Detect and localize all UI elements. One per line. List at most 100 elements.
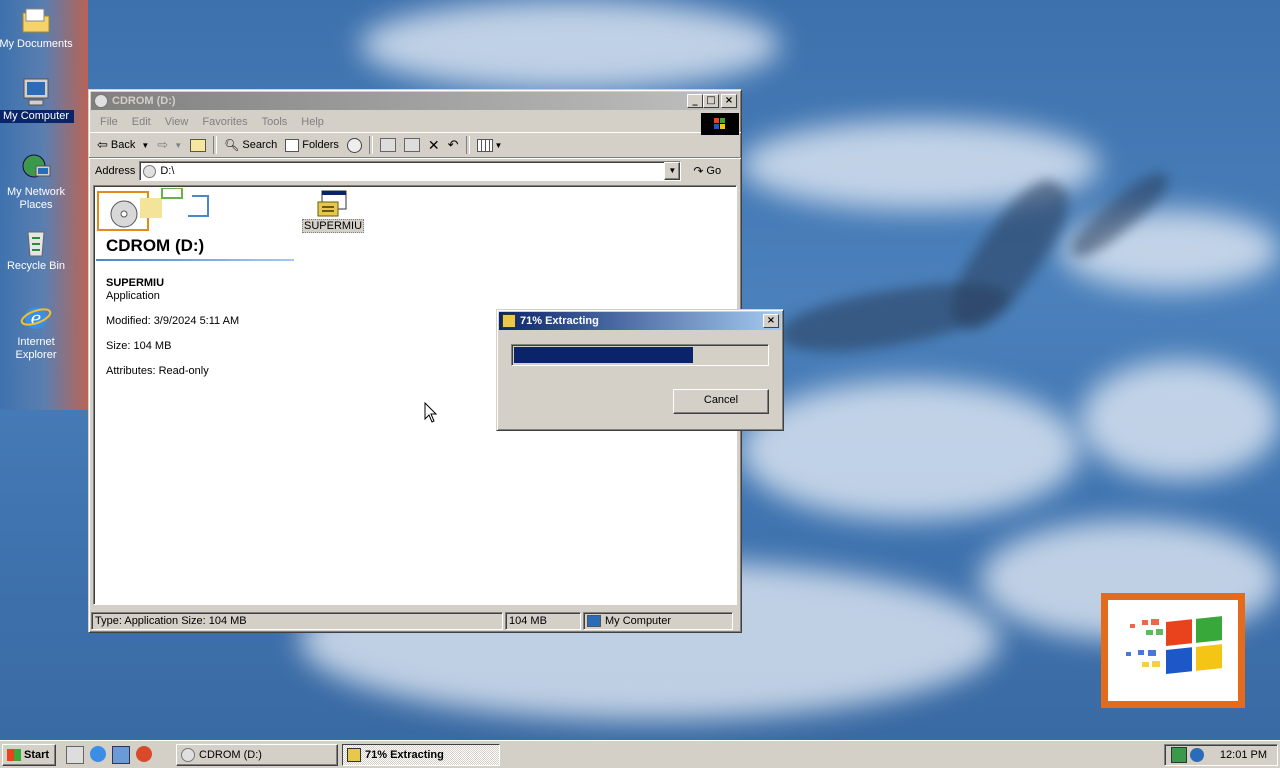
- recycle-bin-icon: [20, 226, 52, 258]
- window-title: CDROM (D:): [112, 95, 176, 107]
- menu-favorites[interactable]: Favorites: [195, 116, 254, 128]
- application-icon: [316, 188, 348, 220]
- status-zone: My Computer: [583, 612, 733, 630]
- taskbar: Start CDROM (D:) 71% Extracting 12:01 PM: [0, 740, 1280, 768]
- computer-icon: [20, 76, 52, 108]
- chevron-down-icon: ▼: [494, 140, 503, 150]
- selected-file-type: Application: [106, 290, 160, 302]
- clock[interactable]: 12:01 PM: [1220, 749, 1267, 761]
- copy-to-button[interactable]: [400, 135, 424, 155]
- windows-flag-icon: [7, 749, 21, 761]
- folder-banner-graphic: [96, 187, 216, 234]
- desktop-icon-my-documents[interactable]: My Documents: [0, 4, 74, 51]
- desktop-icon-internet-explorer[interactable]: e Internet Explorer: [0, 302, 74, 362]
- explorer-titlebar[interactable]: CDROM (D:) _ □ ×: [91, 92, 739, 110]
- search-button[interactable]: 🔍︎ Search: [220, 135, 281, 155]
- status-size: 104 MB: [505, 612, 581, 630]
- folder-icon: [20, 4, 52, 36]
- views-icon: [476, 138, 493, 152]
- up-folder-icon: [190, 138, 207, 152]
- cdrom-icon: [94, 94, 108, 108]
- history-icon: [346, 137, 362, 153]
- search-icon: 🔍︎: [224, 138, 240, 152]
- selected-file-name: SUPERMIU: [106, 277, 165, 289]
- selected-file-modified: Modified: 3/9/2024 5:11 AM: [106, 315, 240, 327]
- task-button-cdrom[interactable]: CDROM (D:): [176, 744, 338, 766]
- move-to-button[interactable]: [376, 135, 400, 155]
- dialog-titlebar[interactable]: 71% Extracting ×: [499, 312, 781, 330]
- desktop-icon-my-computer[interactable]: My Computer: [0, 76, 74, 123]
- up-folder-button[interactable]: [186, 135, 210, 155]
- folders-button[interactable]: Folders: [281, 135, 343, 155]
- menu-file[interactable]: File: [93, 116, 125, 128]
- dialog-title: 71% Extracting: [520, 315, 599, 327]
- installer-icon: [347, 748, 361, 762]
- close-button[interactable]: ×: [763, 314, 779, 328]
- selected-file-size: Size: 104 MB: [106, 340, 172, 352]
- menu-help[interactable]: Help: [294, 116, 331, 128]
- menu-edit[interactable]: Edit: [125, 116, 158, 128]
- close-button[interactable]: ×: [721, 94, 737, 108]
- address-dropdown-button[interactable]: ▼: [664, 162, 681, 180]
- menu-bar: File Edit View Favorites Tools Help: [89, 112, 741, 135]
- ie-icon: e: [20, 302, 52, 334]
- cdrom-icon: [181, 748, 195, 762]
- menu-tools[interactable]: Tools: [255, 116, 295, 128]
- windows-throbber-icon: [701, 113, 739, 135]
- desktop-icon-my-network-places[interactable]: My Network Places: [0, 152, 74, 212]
- back-arrow-icon: ⇦: [97, 137, 108, 152]
- ie-icon[interactable]: [90, 746, 106, 762]
- desktop-icon-recycle-bin[interactable]: Recycle Bin: [0, 226, 74, 273]
- computer-icon: [587, 615, 601, 627]
- update-tray-icon[interactable]: [1190, 748, 1204, 762]
- move-to-icon: [379, 138, 396, 152]
- windows-logo-badge: [1101, 593, 1245, 708]
- toolbar-separator: [368, 136, 373, 154]
- media-player-icon[interactable]: [136, 746, 152, 762]
- history-button[interactable]: [343, 135, 366, 155]
- extracting-dialog: 71% Extracting × Cancel: [496, 309, 784, 431]
- start-button[interactable]: Start: [2, 744, 56, 766]
- views-button[interactable]: ▼: [473, 135, 507, 155]
- forward-button[interactable]: ⇨ ▼: [153, 135, 186, 155]
- undo-button[interactable]: ↶: [444, 135, 463, 155]
- mouse-cursor: [424, 401, 438, 427]
- maximize-button[interactable]: □: [703, 94, 719, 108]
- back-button[interactable]: ⇦ Back ▼: [93, 135, 153, 155]
- status-bar: Type: Application Size: 104 MB 104 MB My…: [91, 612, 737, 630]
- toolbar-separator: [465, 136, 470, 154]
- windows-flag-icon: [1126, 616, 1222, 674]
- standard-toolbar: ⇦ Back ▼ ⇨ ▼ 🔍︎ Search Folders ✕ ↶ ▼: [89, 132, 741, 158]
- chevron-down-icon: ▼: [174, 140, 183, 150]
- menu-view[interactable]: View: [158, 116, 196, 128]
- copy-to-icon: [403, 138, 420, 152]
- forward-arrow-icon: ⇨: [157, 137, 169, 152]
- outlook-express-icon[interactable]: [112, 746, 130, 764]
- address-bar: Address D:\ ▼ ↷ Go: [89, 158, 741, 183]
- chevron-down-icon: ▼: [141, 140, 150, 150]
- quick-launch: [66, 746, 152, 764]
- panel-heading: CDROM (D:): [106, 236, 205, 255]
- delete-icon: ✕: [427, 136, 440, 153]
- address-input[interactable]: D:\ ▼: [139, 161, 682, 181]
- cancel-button[interactable]: Cancel: [673, 389, 769, 414]
- panel-divider: [96, 259, 294, 261]
- go-button[interactable]: ↷ Go: [689, 161, 725, 181]
- minimize-button[interactable]: _: [687, 94, 703, 108]
- progress-fill: [514, 347, 693, 363]
- progress-bar: [511, 344, 769, 366]
- system-tray: 12:01 PM: [1164, 744, 1278, 766]
- cdrom-icon: [143, 164, 157, 178]
- network-icon: [20, 152, 52, 184]
- toolbar-separator: [213, 136, 218, 154]
- delete-button[interactable]: ✕: [424, 135, 444, 155]
- go-arrow-icon: ↷: [693, 164, 704, 178]
- file-item-supermiu[interactable]: SUPERMIU: [302, 188, 365, 233]
- selected-file-attributes: Attributes: Read-only: [106, 365, 209, 377]
- status-description: Type: Application Size: 104 MB: [91, 612, 503, 630]
- folders-icon: [285, 138, 300, 152]
- network-tray-icon[interactable]: [1171, 747, 1187, 763]
- show-desktop-icon[interactable]: [66, 746, 84, 764]
- task-button-extracting[interactable]: 71% Extracting: [342, 744, 500, 766]
- installer-icon: [502, 314, 516, 328]
